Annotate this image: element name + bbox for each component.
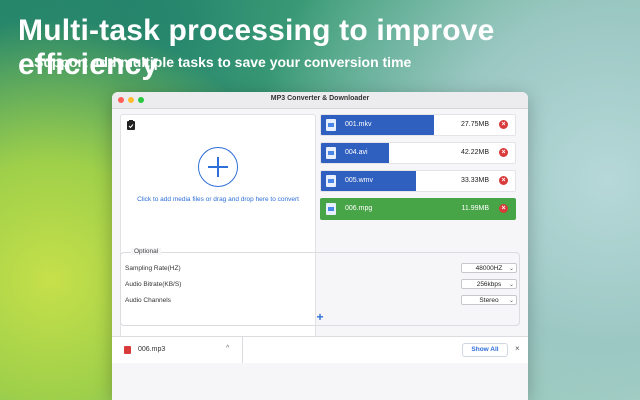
download-bar: 006.mp3 ^ Show All × [112,336,528,363]
file-row[interactable]: 001.mkv 27.75MB × [320,114,516,136]
remove-file-icon[interactable]: × [499,120,508,129]
audio-channels-row: Audio Channels Stereo ⌄ [125,295,517,307]
file-row[interactable]: 006.mpg 11.99MB × [320,198,516,220]
file-progress-bar [321,115,434,135]
promo-subline: Support add multiple tasks to save your … [34,54,412,70]
file-list: 001.mkv 27.75MB × 004.avi 42.22MB × 005.… [320,114,516,226]
remove-file-icon[interactable]: × [499,176,508,185]
download-file-name[interactable]: 006.mp3 [138,346,165,353]
file-row[interactable]: 004.avi 42.22MB × [320,142,516,164]
audio-channels-select[interactable]: Stereo ⌄ [461,295,517,305]
file-size: 42.22MB [460,149,489,156]
sampling-rate-label: Sampling Rate(HZ) [125,265,181,272]
chevron-up-icon[interactable]: ^ [226,345,229,352]
video-file-icon [326,119,336,131]
remove-file-icon[interactable]: × [499,148,508,157]
file-name: 001.mkv [345,121,372,128]
audio-bitrate-value: 256kbps [476,281,502,288]
audio-bitrate-label: Audio Bitrate(KB/S) [125,281,182,288]
show-all-button[interactable]: Show All [462,343,508,357]
file-name: 006.mpg [345,205,373,212]
add-files-icon[interactable] [198,147,238,187]
sampling-rate-value: 48000HZ [475,265,503,272]
add-option-icon[interactable]: + [313,311,327,323]
divider [242,337,243,363]
title-bar: MP3 Converter & Downloader [112,92,528,109]
file-name: 004.avi [345,149,368,156]
audio-channels-label: Audio Channels [125,297,171,304]
promo-headline: Multi-task processing to improve efficie… [18,14,495,81]
video-file-icon [326,147,336,159]
chevron-down-icon: ⌄ [508,282,514,288]
optional-settings: Optional Sampling Rate(HZ) 48000HZ ⌄ Aud… [120,248,520,326]
chevron-down-icon: ⌄ [508,266,514,272]
window-title: MP3 Converter & Downloader [270,95,370,102]
remove-file-icon[interactable]: × [499,204,508,213]
file-size: 11.99MB [461,205,490,212]
video-file-icon [326,203,336,215]
file-name: 005.wmv [345,177,374,184]
video-file-icon [326,175,336,187]
file-size: 27.75MB [460,121,489,128]
optional-label: Optional [131,248,162,255]
sampling-rate-select[interactable]: 48000HZ ⌄ [461,263,517,273]
audio-bitrate-select[interactable]: 256kbps ⌄ [461,279,517,289]
file-row[interactable]: 005.wmv 33.33MB × [320,170,516,192]
sampling-rate-row: Sampling Rate(HZ) 48000HZ ⌄ [125,263,517,275]
app-window: MP3 Converter & Downloader Click to add … [112,92,528,400]
audio-bitrate-row: Audio Bitrate(KB/S) 256kbps ⌄ [125,279,517,291]
chevron-down-icon: ⌄ [508,298,514,304]
audio-channels-value: Stereo [479,297,499,304]
audio-file-icon [124,346,131,354]
file-size: 33.33MB [460,177,489,184]
clipboard-icon[interactable] [125,119,137,131]
drop-zone-text: Click to add media files or drag and dro… [137,196,299,203]
close-icon[interactable]: × [515,344,520,353]
